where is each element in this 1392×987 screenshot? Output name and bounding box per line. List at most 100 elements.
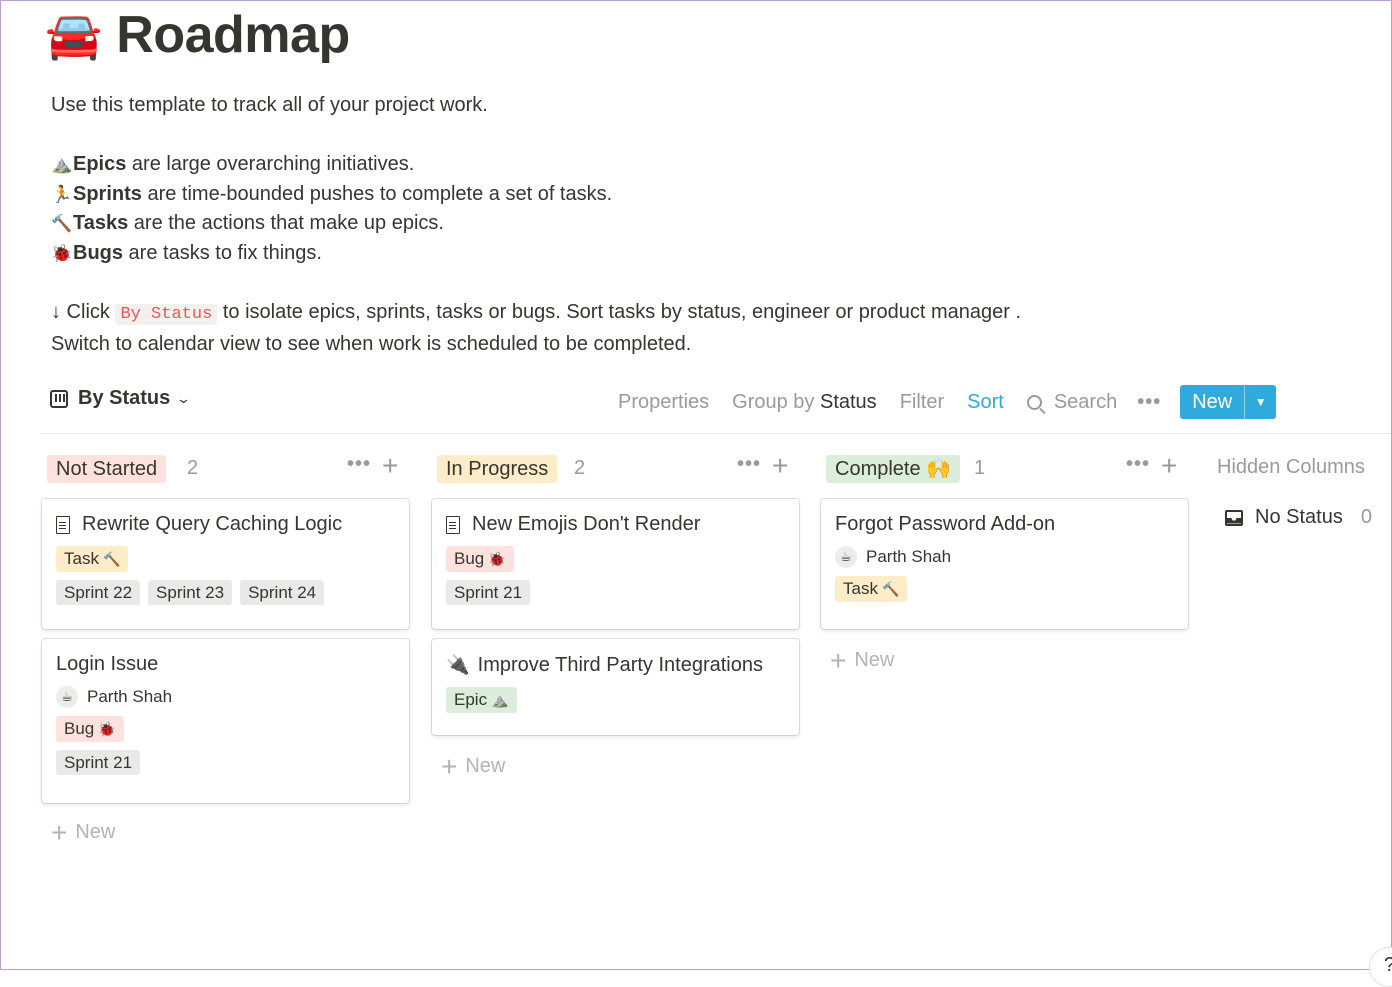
- type-tags: Task 🔨: [835, 576, 1174, 602]
- person-property: ☕ Parth Shah: [835, 546, 1174, 568]
- tag-sprint: Sprint 21: [56, 750, 141, 775]
- click-line[interactable]: ↓ Click By Status to isolate epics, spri…: [51, 298, 1151, 330]
- search-label: Search: [1053, 390, 1118, 413]
- card-login-issue[interactable]: Login Issue ☕ Parth Shah Bug 🐞 Sprint 21: [42, 639, 409, 803]
- view-label: By Status: [78, 387, 171, 409]
- add-card-button[interactable]: + New: [830, 644, 894, 676]
- column-header: Not Started 2 ••• +: [41, 451, 411, 485]
- add-card-label: New: [75, 821, 116, 843]
- card-new-emojis[interactable]: New Emojis Don't Render Bug 🐞 Sprint 21: [432, 499, 799, 629]
- add-card-button[interactable]: + New: [51, 816, 116, 848]
- tag-task: Task 🔨: [835, 576, 908, 602]
- by-status-code: By Status: [115, 304, 218, 326]
- status-label: Complete: [835, 458, 921, 480]
- search-icon: [1026, 394, 1042, 410]
- bugs-line[interactable]: 🐞Bugs are tasks to fix things.: [51, 239, 1151, 269]
- person-name: Parth Shah: [866, 547, 952, 566]
- sprint-tags: Sprint 21: [446, 580, 785, 605]
- properties-button[interactable]: Properties: [618, 391, 709, 414]
- column-add-icon[interactable]: +: [382, 451, 398, 481]
- column-count: 2: [574, 457, 586, 479]
- new-button-group: New ▼: [1180, 385, 1277, 419]
- raised-hands-icon: 🙌: [926, 458, 952, 480]
- new-button[interactable]: New: [1180, 385, 1244, 419]
- column-header: Complete 🙌 1 ••• +: [820, 451, 1190, 485]
- card-title: New Emojis Don't Render: [472, 513, 701, 535]
- card-forgot-password[interactable]: Forgot Password Add-on ☕ Parth Shah Task…: [821, 499, 1188, 629]
- status-pill[interactable]: Complete 🙌: [826, 455, 961, 483]
- page-title[interactable]: Roadmap: [116, 5, 350, 65]
- no-status-label: No Status: [1255, 506, 1343, 528]
- epics-line[interactable]: ⛰️Epics are large overarching initiative…: [51, 150, 1151, 180]
- column-more-icon[interactable]: •••: [347, 453, 371, 476]
- add-card-label: New: [465, 755, 506, 777]
- tag-sprint: Sprint 23: [148, 580, 233, 605]
- group-by-value: Status: [819, 390, 877, 413]
- help-button[interactable]: ?: [1369, 947, 1392, 987]
- status-pill[interactable]: In Progress: [437, 455, 558, 483]
- column-complete: Complete 🙌 1 ••• + Forgot Password Add-o…: [820, 451, 1190, 674]
- hammer-icon: 🔨: [881, 581, 900, 597]
- card-title: Forgot Password Add-on: [835, 513, 1056, 535]
- type-tags: Task 🔨: [56, 546, 395, 572]
- group-by-button[interactable]: Group by Status: [732, 391, 877, 414]
- ladybug-icon: 🐞: [488, 551, 506, 567]
- card-title-row: New Emojis Don't Render: [446, 513, 785, 536]
- avatar: ☕: [56, 686, 78, 708]
- card-third-party[interactable]: 🔌 Improve Third Party Integrations Epic ⛰…: [432, 639, 799, 735]
- switch-line[interactable]: Switch to calendar view to see when work…: [51, 330, 1151, 360]
- intro-text[interactable]: Use this template to track all of your p…: [51, 91, 1151, 121]
- click-suffix: to isolate epics, sprints, tasks or bugs…: [217, 301, 1022, 324]
- column-more-icon[interactable]: •••: [1126, 453, 1150, 476]
- plus-icon: +: [830, 644, 847, 676]
- hammer-icon: 🔨: [51, 214, 73, 234]
- column-count: 1: [974, 457, 986, 479]
- new-dropdown-chevron-icon[interactable]: ▼: [1244, 385, 1276, 419]
- page-description: Use this template to track all of your p…: [51, 91, 1151, 359]
- person-name: Parth Shah: [87, 687, 173, 706]
- column-count: 2: [187, 457, 199, 479]
- ladybug-icon: 🐞: [51, 243, 73, 263]
- card-title-row: Login Issue: [56, 653, 395, 676]
- column-in-progress: In Progress 2 ••• + New Emojis Don't Ren…: [431, 451, 801, 780]
- type-tags: Epic ⛰️: [446, 687, 785, 713]
- tasks-term: Tasks: [73, 212, 129, 235]
- car-icon[interactable]: 🚘: [45, 12, 102, 58]
- column-add-icon[interactable]: +: [1161, 451, 1177, 481]
- column-not-started: Not Started 2 ••• + Rewrite Query Cachin…: [41, 451, 411, 846]
- plus-icon: +: [51, 816, 68, 848]
- tag-sprint: Sprint 22: [56, 580, 141, 605]
- card-title: Login Issue: [56, 653, 159, 675]
- group-by-prefix: Group by: [732, 390, 820, 413]
- tag-label: Task: [64, 549, 99, 568]
- no-status-count: 0: [1360, 506, 1372, 528]
- column-more-icon[interactable]: •••: [737, 453, 761, 476]
- type-tags: Bug 🐞: [56, 716, 395, 742]
- document-icon: [56, 515, 70, 534]
- search-button[interactable]: Search: [1026, 390, 1118, 414]
- no-status-column[interactable]: No Status 0: [1225, 506, 1385, 529]
- ladybug-icon: 🐞: [98, 721, 116, 737]
- add-card-button[interactable]: + New: [441, 752, 506, 780]
- sort-button[interactable]: Sort: [967, 391, 1004, 414]
- board-view-icon: [50, 389, 68, 408]
- sprints-line[interactable]: 🏃Sprints are time-bounded pushes to comp…: [51, 180, 1151, 210]
- bugs-term: Bugs: [73, 241, 123, 264]
- more-options-icon[interactable]: •••: [1137, 391, 1161, 414]
- card-title-row: Forgot Password Add-on: [835, 513, 1174, 536]
- tag-sprint: Sprint 24: [240, 580, 325, 605]
- column-add-icon[interactable]: +: [772, 451, 788, 481]
- card-title: Improve Third Party Integrations: [477, 653, 763, 676]
- filter-button[interactable]: Filter: [900, 391, 944, 414]
- document-icon: [446, 515, 460, 534]
- type-tags: Bug 🐞: [446, 546, 785, 572]
- card-rewrite-query[interactable]: Rewrite Query Caching Logic Task 🔨 Sprint…: [42, 499, 409, 629]
- sprint-tags: Sprint 21: [56, 750, 395, 775]
- person-property: ☕ Parth Shah: [56, 686, 395, 708]
- mountain-icon: ⛰️: [491, 692, 509, 708]
- mountain-icon: ⛰️: [51, 155, 73, 175]
- tasks-line[interactable]: 🔨Tasks are the actions that make up epic…: [51, 209, 1151, 239]
- view-switcher[interactable]: By Status ⌄: [50, 387, 191, 410]
- tag-epic: Epic ⛰️: [446, 687, 517, 713]
- status-pill[interactable]: Not Started: [47, 455, 167, 483]
